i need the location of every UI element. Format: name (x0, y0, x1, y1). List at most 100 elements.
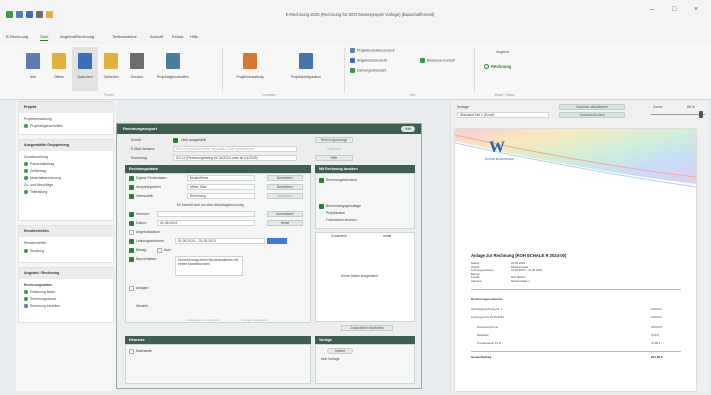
sidebar-item[interactable]: Zeitbetrag (24, 169, 46, 174)
date-checkbox[interactable] (129, 221, 134, 226)
new-document-icon (26, 53, 40, 69)
contact-edit-button[interactable]: Bearbeiten (267, 184, 303, 190)
options-link[interactable]: Optionen (327, 147, 341, 151)
edit-templates-link[interactable]: Vorlagen bearbeiten (241, 318, 268, 322)
new-button[interactable]: Neu (20, 47, 46, 91)
save-button[interactable]: Speichern (72, 47, 98, 91)
menu-textbausteine[interactable]: Textbausteine (112, 34, 137, 39)
step-checkbox[interactable] (173, 138, 178, 143)
today-button[interactable]: Heute (267, 220, 303, 226)
sidebar-item[interactable]: Zusatzbuchung (24, 155, 48, 159)
project-name-check-label: Projektname (326, 211, 346, 215)
number-auto-button[interactable]: Automatisch (267, 211, 303, 217)
contact-dropdown[interactable]: Meier, Max (187, 184, 255, 190)
company-edit-button[interactable]: Bearbeiten (267, 175, 303, 181)
sidebar-item[interactable]: Materialberechnung (24, 176, 61, 181)
open-button[interactable]: Öffnen (46, 47, 72, 91)
zoom-slider-track[interactable] (651, 114, 705, 115)
help-button[interactable]: Hilfe (315, 155, 353, 161)
group-label-ablauf: Ablauf / Status (494, 93, 515, 97)
preview-template-dropdown[interactable]: Standard Tab 1 (Excel) (457, 112, 549, 118)
save-icon[interactable] (26, 11, 33, 18)
menu-hilfe[interactable]: Hilfe (190, 34, 198, 39)
sidebar-item[interactable]: Erfassung laden (24, 290, 55, 295)
sidebar-item[interactable]: Rechnungsdruck (24, 297, 56, 302)
meta-value: Musterstraße 1 (511, 278, 530, 283)
minimize-button[interactable]: – (650, 6, 654, 13)
sidebar-card-gruppierung: Ausgewählte Gruppierung Zusatzbuchung Pa… (18, 139, 115, 221)
email-dropdown[interactable]: Rechnung wird in einer separaten Datei g… (173, 146, 297, 152)
prepare-hints-link[interactable]: Hinweistexte vorbereiten (187, 318, 220, 322)
project-textarea[interactable]: Durchführung eines Musterprojektes mit e… (175, 256, 243, 276)
print-button[interactable]: Drucken (124, 47, 150, 91)
group-label-projekt: Projekt (104, 93, 114, 97)
menu-erechnung[interactable]: E-Rechnung (6, 34, 28, 39)
reminder-checkbox[interactable] (129, 349, 134, 354)
email-label: E-Mail-Versand: (131, 147, 156, 151)
sidebar-item[interactable]: Rundung (24, 249, 44, 254)
hint-label: Hinweis: (136, 304, 149, 308)
amount-checkbox[interactable] (129, 248, 134, 253)
template-view-button[interactable]: Ansicht (327, 348, 353, 354)
sidebar-item[interactable]: Rendierstellen (24, 241, 46, 245)
sidebar-item[interactable]: Teilleistung (24, 190, 47, 195)
number-label: Nummer: (136, 212, 150, 216)
number-input[interactable] (157, 211, 255, 217)
offer-overview-item[interactable]: Angebotsübersicht (350, 58, 387, 63)
period-input[interactable]: 01.05.2024 – 31.05.2024 (175, 238, 265, 244)
number-checkbox[interactable] (129, 212, 134, 217)
attachments-label: Anlagen: (136, 286, 150, 290)
project-properties-button[interactable]: Projekteigenschaften (150, 47, 196, 91)
ribbon-separator (344, 48, 345, 92)
period-selection-highlight[interactable] (267, 238, 287, 244)
invoice-template-button[interactable]: Rechnungsvorlage (315, 137, 353, 143)
offer-date-label: Angebotsdatum: (136, 230, 161, 234)
sidebar-item[interactable]: Rechnung erstellen (24, 304, 60, 309)
attachments-checkbox[interactable] (129, 286, 134, 291)
zoom-slider-handle[interactable] (699, 111, 703, 118)
invoice-dropdown[interactable]: SO 11 (Rechnungsbeleg für 04/2024 oder a… (173, 155, 297, 161)
company-dropdown[interactable]: Musterfirma (187, 175, 255, 181)
refresh-preview-button[interactable]: Vorschau aktualisieren (559, 104, 625, 110)
print-preview-button[interactable]: Vorschau drucken (559, 112, 625, 118)
close-button[interactable]: × (694, 6, 698, 13)
print-icon[interactable] (36, 11, 43, 18)
folder-icon[interactable] (46, 11, 53, 18)
overview-checkbox[interactable] (319, 178, 324, 183)
partial-invoice-note: Es handelt sich um eine Abschlagsrechnun… (177, 203, 244, 207)
date-input[interactable]: 01.05.2024 (157, 220, 255, 226)
new-icon[interactable] (16, 11, 23, 18)
dialog-header: Rechnungsexport Hilfe (117, 124, 421, 134)
sidebar-item[interactable]: Zu- und Abschläge (24, 183, 53, 187)
sidebar-item[interactable]: Rechnungsdaten (24, 283, 52, 287)
consistency-check-item[interactable]: Projektkonsistenzcheck (350, 48, 395, 53)
maximize-button[interactable]: □ (672, 6, 676, 13)
company-checkbox[interactable] (129, 176, 134, 181)
contact-checkbox[interactable] (129, 185, 134, 190)
project-config-button[interactable]: Projektkonfiguration (280, 47, 332, 91)
project-manager-button[interactable]: Projektverwaltung (228, 47, 272, 91)
period-checkbox[interactable] (129, 239, 134, 244)
menu-angebot[interactable]: Angebot/Rechnung (60, 34, 94, 39)
project-properties-icon (166, 53, 180, 69)
sidebar-item[interactable]: Pauschalbetrag (24, 162, 54, 167)
menu-ansicht[interactable]: Ansicht (150, 34, 163, 39)
sidebar-item[interactable]: Projekteigenschaften (24, 124, 63, 129)
close-file-button[interactable]: Schließen (98, 47, 124, 91)
project-checkbox[interactable] (129, 257, 134, 262)
amount-auto-checkbox[interactable] (157, 248, 162, 253)
offer-date-checkbox[interactable] (129, 230, 134, 235)
dialog-help-button[interactable]: Hilfe (401, 126, 415, 132)
sidebar-item[interactable]: Projektverwaltung (24, 117, 52, 121)
heading-edit-button[interactable]: Bearbeiten (267, 193, 303, 199)
basis-checkbox[interactable] (319, 204, 324, 209)
offer-overview-label: Angebotsübersicht (357, 58, 387, 63)
payment-overview-item[interactable]: Zahlungsübersicht (350, 68, 386, 73)
business-cockpit-item[interactable]: Business-Cockpit (420, 58, 455, 63)
menu-extras[interactable]: Extras (172, 34, 183, 39)
heading-checkbox[interactable] (129, 194, 134, 199)
menu-start[interactable]: Start (40, 34, 49, 41)
edit-extra-fields-button[interactable]: Zusatzfelder bearbeiten (341, 325, 393, 331)
heading-dropdown[interactable]: Rechnung (187, 193, 255, 199)
invoice-action-item[interactable]: Rechnung (484, 64, 511, 70)
